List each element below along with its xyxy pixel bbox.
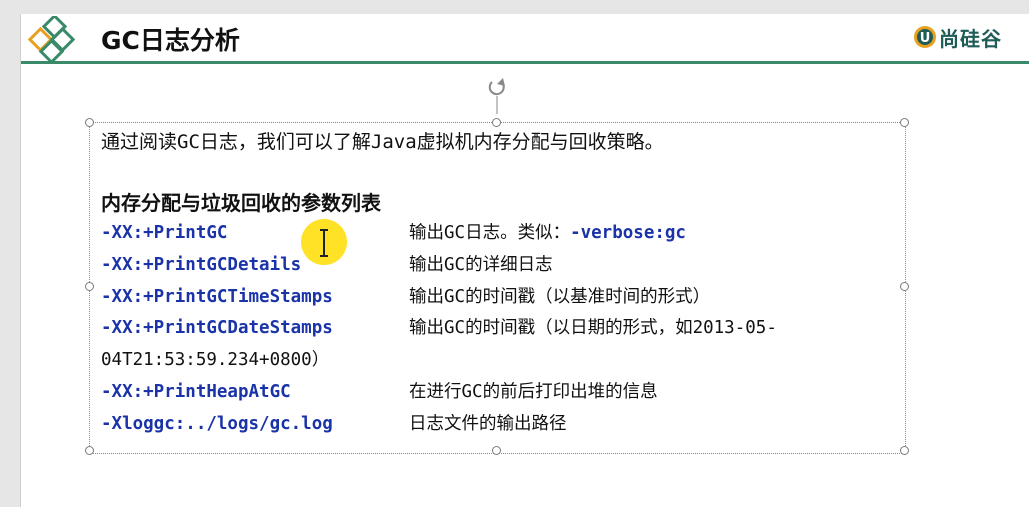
slide-canvas: GC日志分析 U 尚硅谷 通过阅读GC日志，我们可以了解Java虚拟机内存分配与… bbox=[20, 14, 1029, 507]
rotate-handle-icon[interactable] bbox=[483, 74, 511, 114]
resize-handle-top-right[interactable] bbox=[900, 118, 909, 127]
param-row: -XX:+PrintGC 输出GC日志。类似：-verbose:gc bbox=[101, 218, 901, 250]
intro-text: 通过阅读GC日志，我们可以了解Java虚拟机内存分配与回收策略。 bbox=[101, 131, 664, 153]
resize-handle-left[interactable] bbox=[85, 282, 94, 291]
brand-badge-icon: U bbox=[914, 26, 936, 48]
param-row: -XX:+PrintHeapAtGC 在进行GC的前后打印出堆的信息 bbox=[101, 377, 901, 409]
diamond-logo-icon bbox=[27, 16, 75, 62]
resize-handle-bottom-left[interactable] bbox=[85, 446, 94, 455]
param-desc-text: 输出GC日志。类似： bbox=[409, 223, 571, 243]
text-box-content[interactable]: 通过阅读GC日志，我们可以了解Java虚拟机内存分配与回收策略。 内存分配与垃圾… bbox=[101, 127, 901, 441]
param-row: -XX:+PrintGCDetails 输出GC的详细日志 bbox=[101, 250, 901, 282]
param-desc: 输出GC的详细日志 bbox=[409, 254, 553, 275]
param-flag: -XX:+PrintGCDetails bbox=[101, 254, 302, 275]
brand-letter: U bbox=[920, 31, 931, 46]
text-cursor-icon bbox=[320, 229, 328, 257]
page-title: GC日志分析 bbox=[101, 26, 240, 55]
param-flag: -XX:+PrintGC bbox=[101, 223, 228, 243]
resize-handle-top-left[interactable] bbox=[85, 118, 94, 127]
brand-text: 尚硅谷 bbox=[939, 26, 1002, 51]
slide-header: GC日志分析 U 尚硅谷 bbox=[21, 14, 1029, 64]
param-flag: -XX:+PrintHeapAtGC bbox=[101, 381, 291, 402]
header-divider bbox=[21, 61, 1029, 64]
param-row: -XX:+PrintGCDateStamps 输出GC的时间戳（以日期的形式，如… bbox=[101, 313, 901, 345]
param-flag: -XX:+PrintGCDateStamps bbox=[101, 318, 333, 339]
brand-logo: U 尚硅谷 bbox=[913, 23, 1002, 51]
param-row: -Xloggc:../logs/gc.log 日志文件的输出路径 bbox=[101, 409, 901, 441]
resize-handle-bottom-right[interactable] bbox=[900, 446, 909, 455]
param-desc-flag: -verbose:gc bbox=[570, 223, 686, 243]
param-flag: -Xloggc:../logs/gc.log bbox=[101, 413, 333, 434]
resize-handle-bottom[interactable] bbox=[492, 446, 501, 455]
section-title: 内存分配与垃圾回收的参数列表 bbox=[101, 191, 381, 215]
param-desc: 输出GC的时间戳（以基准时间的形式） bbox=[409, 286, 711, 307]
param-desc-continuation: 04T21:53:59.234+0800） bbox=[101, 350, 330, 371]
param-desc: 日志文件的输出路径 bbox=[409, 413, 567, 434]
param-flag: -XX:+PrintGCTimeStamps bbox=[101, 286, 333, 307]
param-desc: 在进行GC的前后打印出堆的信息 bbox=[409, 381, 658, 402]
param-desc: 输出GC日志。类似：-verbose:gc bbox=[409, 218, 686, 250]
resize-handle-top[interactable] bbox=[492, 118, 501, 127]
param-row: -XX:+PrintGCTimeStamps 输出GC的时间戳（以基准时间的形式… bbox=[101, 282, 901, 314]
param-desc: 输出GC的时间戳（以日期的形式，如2013-05- bbox=[409, 318, 777, 339]
resize-handle-right[interactable] bbox=[900, 282, 909, 291]
